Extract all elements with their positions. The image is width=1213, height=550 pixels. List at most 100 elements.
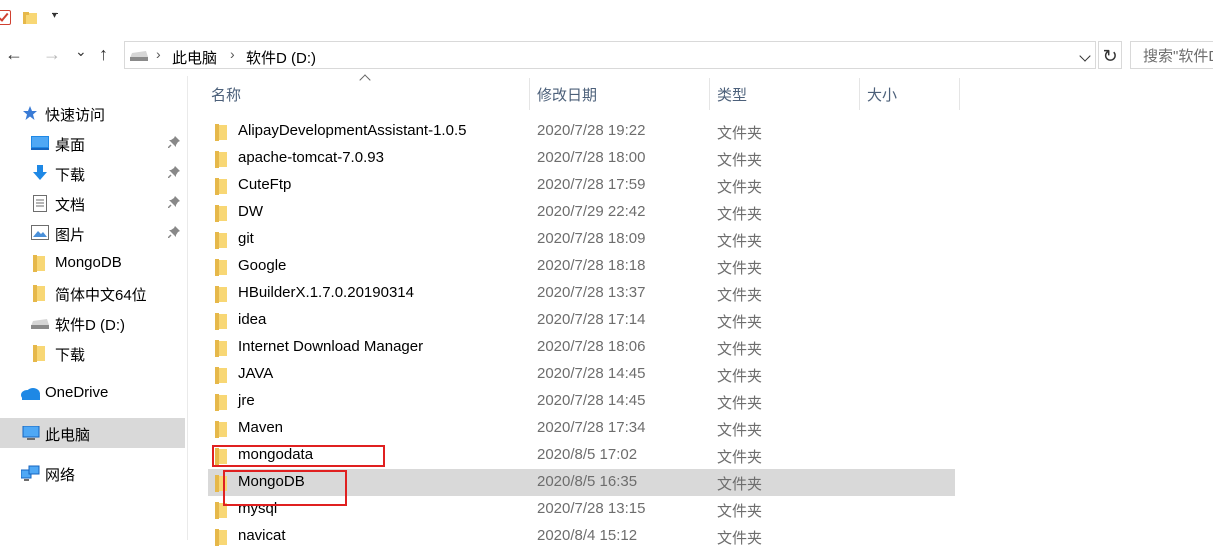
address-bar[interactable]: › 此电脑 › 软件D (D:) <box>124 41 1096 69</box>
pin-icon[interactable] <box>168 196 180 208</box>
file-row[interactable]: Google 2020/7/28 18:18 文件夹 <box>208 253 955 280</box>
file-name: AlipayDevelopmentAssistant-1.0.5 <box>238 122 467 139</box>
file-name: navicat <box>238 527 286 544</box>
picture-icon <box>31 225 49 240</box>
nav-label: 网络 <box>45 467 76 484</box>
file-row[interactable]: DW 2020/7/29 22:42 文件夹 <box>208 199 955 226</box>
file-type: 文件夹 <box>717 287 763 304</box>
breadcrumb-separator[interactable]: › <box>230 46 235 62</box>
nav-item-mongodb[interactable]: MongoDB <box>0 248 185 278</box>
nav-label: OneDrive <box>45 384 109 401</box>
pin-icon[interactable] <box>168 166 180 178</box>
file-row[interactable]: Maven 2020/7/28 17:34 文件夹 <box>208 415 955 442</box>
nav-label: 软件D (D:) <box>55 317 125 334</box>
nav-item-documents[interactable]: 文档 <box>0 188 185 218</box>
column-header-size[interactable]: 大小 <box>867 84 897 110</box>
file-row[interactable]: idea 2020/7/28 17:14 文件夹 <box>208 307 955 334</box>
file-row[interactable]: git 2020/7/28 18:09 文件夹 <box>208 226 955 253</box>
file-type: 文件夹 <box>717 179 763 196</box>
column-separator[interactable] <box>529 78 530 110</box>
folder-icon <box>33 345 45 362</box>
nav-onedrive[interactable]: OneDrive <box>0 378 185 408</box>
breadcrumb-separator[interactable]: › <box>156 46 161 62</box>
file-type: 文件夹 <box>717 260 763 277</box>
column-separator[interactable] <box>709 78 710 110</box>
column-header-name[interactable]: 名称 <box>211 84 241 110</box>
file-type: 文件夹 <box>717 449 763 466</box>
file-modified-date: 2020/7/28 17:14 <box>537 311 646 328</box>
file-type: 文件夹 <box>717 206 763 223</box>
search-input[interactable] <box>1141 43 1213 69</box>
file-row[interactable]: JAVA 2020/7/28 14:45 文件夹 <box>208 361 955 388</box>
properties-check-icon[interactable] <box>0 10 11 25</box>
file-modified-date: 2020/7/29 22:42 <box>537 203 646 220</box>
file-type: 文件夹 <box>717 422 763 439</box>
column-header-date[interactable]: 修改日期 <box>537 84 597 110</box>
file-type: 文件夹 <box>717 503 763 520</box>
up-button[interactable]: ↑ <box>99 44 108 65</box>
new-folder-icon[interactable] <box>23 11 37 25</box>
nav-item-desktop[interactable]: 桌面 <box>0 128 185 158</box>
refresh-button[interactable]: ↻ <box>1098 41 1122 69</box>
chevron-down-icon[interactable] <box>1079 50 1091 62</box>
navigation-pane: 快速访问 桌面 下载 文档 图片 MongoDB 简体中文64位 软件D (D:… <box>0 76 188 540</box>
folder-icon <box>215 367 227 384</box>
nav-label: 图片 <box>55 227 86 244</box>
file-row[interactable]: navicat 2020/8/4 15:12 文件夹 <box>208 523 955 550</box>
file-row[interactable]: jre 2020/7/28 14:45 文件夹 <box>208 388 955 415</box>
file-modified-date: 2020/7/28 18:18 <box>537 257 646 274</box>
folder-icon <box>215 124 227 141</box>
download-icon <box>33 165 47 180</box>
file-modified-date: 2020/7/28 18:09 <box>537 230 646 247</box>
nav-item-simplified-chinese-64[interactable]: 简体中文64位 <box>0 278 185 308</box>
folder-icon <box>215 151 227 168</box>
file-modified-date: 2020/7/28 18:06 <box>537 338 646 355</box>
file-name: JAVA <box>238 365 274 382</box>
nav-item-pictures[interactable]: 图片 <box>0 218 185 248</box>
nav-item-downloads-folder[interactable]: 下载 <box>0 338 185 368</box>
folder-icon <box>215 205 227 222</box>
nav-item-downloads[interactable]: 下载 <box>0 158 185 188</box>
nav-item-drive-d[interactable]: 软件D (D:) <box>0 308 185 338</box>
customize-toolbar-dropdown[interactable]: ▾ <box>52 10 59 21</box>
file-row[interactable]: apache-tomcat-7.0.93 2020/7/28 18:00 文件夹 <box>208 145 955 172</box>
folder-icon <box>215 232 227 249</box>
nav-label: 下载 <box>55 347 86 364</box>
column-header-type[interactable]: 类型 <box>717 84 747 110</box>
file-modified-date: 2020/7/28 13:37 <box>537 284 646 301</box>
star-icon <box>23 106 37 120</box>
sort-ascending-icon <box>359 74 371 86</box>
nav-label: 下载 <box>55 167 86 184</box>
nav-label: 快速访问 <box>45 107 106 124</box>
file-row[interactable]: AlipayDevelopmentAssistant-1.0.5 2020/7/2… <box>208 118 955 145</box>
pin-icon[interactable] <box>168 136 180 148</box>
folder-icon <box>215 340 227 357</box>
nav-network[interactable]: 网络 <box>0 458 185 488</box>
desktop-icon <box>31 136 49 150</box>
recent-locations-button[interactable]: ⌄ <box>75 43 87 60</box>
file-row[interactable]: HBuilderX.1.7.0.20190314 2020/7/28 13:37 文… <box>208 280 955 307</box>
nav-quick-access[interactable]: 快速访问 <box>0 98 185 128</box>
file-type: 文件夹 <box>717 368 763 385</box>
breadcrumb-drive-d[interactable]: 软件D (D:) <box>246 47 316 68</box>
nav-label: 此电脑 <box>45 427 91 444</box>
back-button[interactable]: ← <box>5 44 23 65</box>
forward-button[interactable]: → <box>43 44 61 65</box>
file-type: 文件夹 <box>717 125 763 142</box>
search-box[interactable] <box>1130 41 1213 69</box>
breadcrumb-this-pc[interactable]: 此电脑 <box>172 47 217 68</box>
file-name: CuteFtp <box>238 176 292 193</box>
column-separator[interactable] <box>859 78 860 110</box>
folder-icon <box>215 259 227 276</box>
file-row[interactable]: CuteFtp 2020/7/28 17:59 文件夹 <box>208 172 955 199</box>
nav-label: 文档 <box>55 197 86 214</box>
file-row[interactable]: Internet Download Manager 2020/7/28 18:06… <box>208 334 955 361</box>
file-name: Internet Download Manager <box>238 338 424 355</box>
file-modified-date: 2020/7/28 18:00 <box>537 149 646 166</box>
column-separator[interactable] <box>959 78 960 110</box>
file-type: 文件夹 <box>717 341 763 358</box>
file-name: Maven <box>238 419 284 436</box>
nav-label: 简体中文64位 <box>55 287 147 304</box>
nav-this-pc[interactable]: 此电脑 <box>0 418 185 448</box>
pin-icon[interactable] <box>168 226 180 238</box>
